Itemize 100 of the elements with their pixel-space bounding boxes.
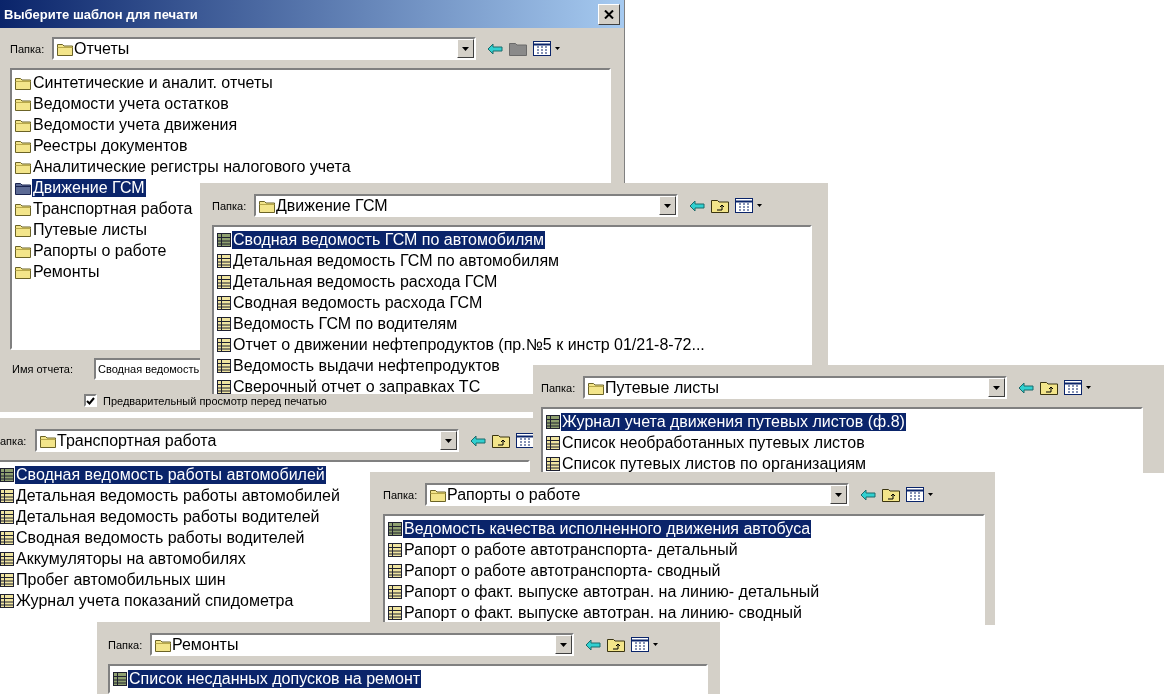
- folder-icon: [15, 264, 31, 279]
- checkbox[interactable]: [84, 394, 97, 407]
- folder-dropdown[interactable]: Путевые листы: [583, 376, 1007, 399]
- close-icon: [604, 9, 614, 19]
- back-arrow-icon[interactable]: [470, 434, 486, 447]
- view-menu-icon[interactable]: [631, 637, 659, 652]
- back-arrow-icon[interactable]: [585, 638, 601, 651]
- table-icon: [0, 551, 14, 566]
- folder-icon: [40, 433, 56, 448]
- list-item[interactable]: Детальная ведомость ГСМ по автомобилям: [232, 251, 561, 270]
- dropdown-button[interactable]: [555, 635, 572, 654]
- list-item[interactable]: Список несданных допусков на ремонт: [128, 669, 422, 688]
- folder-icon: [430, 487, 446, 502]
- list-item[interactable]: Движение ГСМ: [32, 178, 146, 197]
- folder-label: апка:: [0, 434, 28, 447]
- list-item[interactable]: Сводная ведомость ГСМ по автомобилям: [232, 230, 545, 249]
- table-icon: [217, 295, 231, 310]
- list-item[interactable]: Детальная ведомость расхода ГСМ: [232, 272, 499, 291]
- view-menu-icon[interactable]: [533, 41, 561, 56]
- list-item[interactable]: Рапорт о факт. выпуске автотран. на линию- сводный: [403, 603, 804, 622]
- folder-dropdown[interactable]: Отчеты: [52, 37, 476, 60]
- folder-icon: [588, 380, 604, 395]
- folder-up-icon[interactable]: [711, 198, 729, 213]
- list-item[interactable]: Сводная ведомость расхода ГСМ: [232, 293, 484, 312]
- dropdown-button[interactable]: [830, 485, 847, 504]
- folder-label: Папка:: [10, 42, 46, 55]
- list-item[interactable]: Журнал учета показаний спидометра: [15, 591, 295, 610]
- folder-up-icon[interactable]: [1040, 380, 1058, 395]
- folder-dropdown[interactable]: Ремонты: [150, 633, 574, 656]
- list-item[interactable]: Ремонты: [32, 262, 101, 281]
- list-item[interactable]: Детальная ведомость работы водителей: [15, 507, 321, 526]
- table-icon: [0, 509, 14, 524]
- list-item[interactable]: Аналитические регистры налогового учета: [32, 157, 352, 176]
- table-icon: [217, 316, 231, 331]
- folder-icon: [15, 159, 31, 174]
- folder-up-icon[interactable]: [882, 487, 900, 502]
- table-icon: [113, 671, 127, 686]
- table-icon: [0, 488, 14, 503]
- checkbox-label: Предварительный просмотр перед печатью: [103, 394, 327, 407]
- list-item[interactable]: Сводная ведомость работы водителей: [15, 528, 306, 547]
- table-icon: [388, 605, 402, 620]
- report-name-label: Имя отчета:: [11, 363, 74, 375]
- list-item[interactable]: Синтетические и аналит. отчеты: [32, 73, 274, 92]
- dropdown-arrow-icon: [993, 385, 1000, 390]
- table-icon: [217, 379, 231, 394]
- folder-icon: [57, 41, 73, 56]
- list-item[interactable]: Отчет о движении нефтепродуктов (пр.№5 к инстр 01/21-8-72...: [232, 335, 706, 354]
- table-icon: [546, 435, 560, 450]
- view-menu-icon[interactable]: [516, 433, 533, 448]
- list-item[interactable]: Ведомость качества исполненного движения автобуса: [403, 519, 812, 538]
- list-item[interactable]: Детальная ведомость работы автомобилей: [15, 486, 341, 505]
- table-icon: [388, 563, 402, 578]
- list-item[interactable]: Журнал учета движения путевых листов (ф.8): [561, 412, 906, 431]
- table-icon: [217, 274, 231, 289]
- view-menu-icon[interactable]: [735, 198, 763, 213]
- folder-icon: [15, 96, 31, 111]
- folder-icon: [15, 222, 31, 237]
- folder-dropdown[interactable]: Движение ГСМ: [254, 194, 678, 217]
- list-item[interactable]: Список необработанных путевых листов: [561, 433, 866, 452]
- back-arrow-icon[interactable]: [1018, 381, 1034, 394]
- list-item[interactable]: Рапорт о работе автотранспорта- детальный: [403, 540, 739, 559]
- list-item[interactable]: Список путевых листов по организациям: [561, 454, 868, 473]
- folder-label: Папка:: [383, 488, 419, 501]
- close-button[interactable]: [598, 3, 620, 25]
- table-icon: [388, 584, 402, 599]
- list-item[interactable]: Рапорты о работе: [32, 241, 168, 260]
- table-icon: [217, 337, 231, 352]
- folder-dropdown[interactable]: Рапорты о работе: [425, 483, 849, 506]
- dropdown-button[interactable]: [988, 378, 1005, 397]
- dropdown-button[interactable]: [440, 431, 457, 450]
- back-arrow-icon[interactable]: [689, 199, 705, 212]
- back-arrow-icon[interactable]: [487, 42, 503, 55]
- list-item[interactable]: Рапорт о факт. выпуске автотран. на линию- детальный: [403, 582, 821, 601]
- folder-label: Папка:: [212, 199, 248, 212]
- folder-icon: [15, 201, 31, 216]
- table-icon: [217, 232, 231, 247]
- list-item[interactable]: Сводная ведомость работы автомобилей: [15, 465, 326, 484]
- view-menu-icon[interactable]: [906, 487, 934, 502]
- checkmark-icon: [86, 396, 95, 405]
- folder-dropdown[interactable]: Транспортная работа: [35, 429, 459, 452]
- dropdown-button[interactable]: [457, 39, 474, 58]
- table-icon: [0, 530, 14, 545]
- view-menu-icon[interactable]: [1064, 380, 1092, 395]
- list-item[interactable]: Пробег автомобильных шин: [15, 570, 227, 589]
- list-item[interactable]: Путевые листы: [32, 220, 148, 239]
- folder-up-icon[interactable]: [492, 433, 510, 448]
- list-item[interactable]: Ведомость выдачи нефтепродуктов: [232, 356, 501, 375]
- list-item[interactable]: Реестры документов: [32, 136, 189, 155]
- list-item[interactable]: Сверочный отчет о заправках ТС: [232, 377, 482, 394]
- list-item[interactable]: Ведомости учета движения: [32, 115, 239, 134]
- dropdown-button[interactable]: [659, 196, 676, 215]
- list-item[interactable]: Ведомость ГСМ по водителям: [232, 314, 459, 333]
- list-item[interactable]: Аккумуляторы на автомобилях: [15, 549, 247, 568]
- list-item[interactable]: Рапорт о работе автотранспорта- сводный: [403, 561, 722, 580]
- folder-up-icon[interactable]: [607, 637, 625, 652]
- list-item[interactable]: Ведомости учета остатков: [32, 94, 230, 113]
- folder-icon: [15, 117, 31, 132]
- folder-icon: [155, 637, 171, 652]
- back-arrow-icon[interactable]: [860, 488, 876, 501]
- list-item[interactable]: Транспортная работа: [32, 199, 194, 218]
